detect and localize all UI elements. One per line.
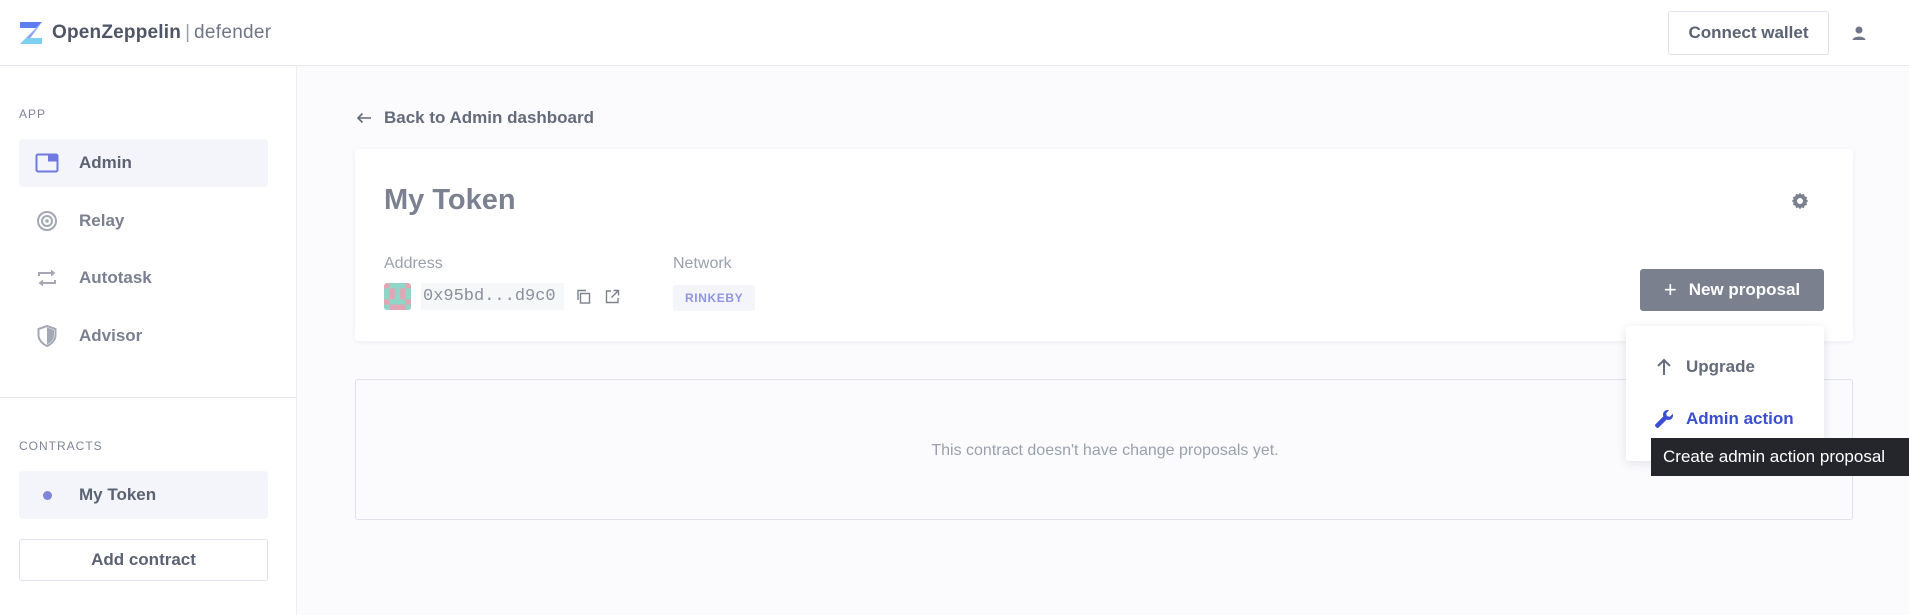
back-to-admin-dashboard-link[interactable]: Back to Admin dashboard xyxy=(356,108,594,128)
connect-wallet-button[interactable]: Connect wallet xyxy=(1668,11,1829,55)
gear-icon[interactable] xyxy=(1791,192,1809,210)
tooltip: Create admin action proposal xyxy=(1651,438,1909,476)
new-proposal-button[interactable]: + New proposal xyxy=(1640,269,1824,311)
menu-item-upgrade[interactable]: Upgrade xyxy=(1654,357,1755,377)
menu-item-admin-action[interactable]: Admin action xyxy=(1654,409,1794,429)
autotask-repeat-icon xyxy=(38,269,56,287)
sidebar-item-relay[interactable]: Relay xyxy=(19,197,268,245)
sidebar: APP Admin Relay Autotask Advisor CONTRAC… xyxy=(0,66,297,615)
brand-name: OpenZeppelin xyxy=(52,22,182,43)
sidebar-item-label: My Token xyxy=(79,485,157,504)
page-title: My Token xyxy=(384,184,516,216)
sidebar-divider xyxy=(0,397,297,398)
wrench-icon xyxy=(1655,410,1673,428)
address-field: 0x95bd...d9c0 xyxy=(384,281,620,311)
sidebar-item-label: Relay xyxy=(79,211,125,230)
address-label: Address xyxy=(384,255,443,272)
add-contract-button[interactable]: Add contract xyxy=(19,539,268,581)
dot-icon xyxy=(42,490,52,500)
section-label-app: APP xyxy=(19,107,47,121)
sidebar-item-label: Advisor xyxy=(79,326,143,345)
logo[interactable]: OpenZeppelin | defender xyxy=(18,20,271,46)
relay-signal-icon xyxy=(37,211,57,231)
openzeppelin-logo-icon xyxy=(20,22,42,44)
network-label: Network xyxy=(673,255,732,272)
sidebar-item-autotask[interactable]: Autotask xyxy=(19,254,268,302)
sidebar-item-admin[interactable]: Admin xyxy=(19,139,268,187)
brand-separator: | xyxy=(185,22,191,43)
product-name: defender xyxy=(194,22,272,43)
external-link-icon[interactable] xyxy=(605,289,620,304)
address-value: 0x95bd...d9c0 xyxy=(421,282,564,310)
plus-icon: + xyxy=(1663,277,1677,302)
menu-item-label: Upgrade xyxy=(1686,357,1755,376)
sidebar-item-label: Autotask xyxy=(79,268,152,287)
sidebar-item-label: Admin xyxy=(79,153,132,172)
network-badge: RINKEBY xyxy=(673,285,756,311)
top-header: OpenZeppelin | defender Connect wallet xyxy=(0,0,1909,66)
copy-icon[interactable] xyxy=(576,289,591,304)
admin-window-icon xyxy=(35,153,59,173)
sidebar-item-contract-my-token[interactable]: My Token xyxy=(19,471,268,519)
sidebar-item-advisor[interactable]: Advisor xyxy=(19,312,268,360)
user-icon[interactable] xyxy=(1850,24,1868,42)
arrow-up-icon xyxy=(1657,358,1671,375)
back-link-label: Back to Admin dashboard xyxy=(384,108,595,127)
menu-item-label: Admin action xyxy=(1686,409,1794,428)
arrow-left-icon xyxy=(356,112,371,124)
advisor-shield-icon xyxy=(37,325,57,347)
section-label-contracts: CONTRACTS xyxy=(19,439,103,453)
contract-card: My Token Address 0x95bd...d9c0 Network R… xyxy=(355,149,1853,341)
address-identicon-icon xyxy=(384,282,411,310)
new-proposal-label: New proposal xyxy=(1688,280,1801,299)
